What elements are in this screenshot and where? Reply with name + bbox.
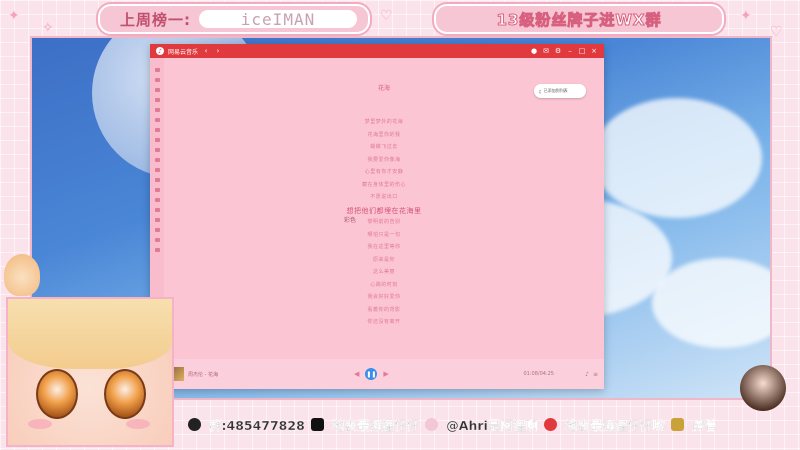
avatar-eye-left xyxy=(36,369,78,419)
rank-name: iceIMAN xyxy=(199,10,357,29)
sidebar-item[interactable] xyxy=(154,168,160,172)
maximize-icon[interactable]: □ xyxy=(578,47,586,55)
admin-badge-icon xyxy=(670,417,684,431)
rank-label: 上周榜一: xyxy=(120,10,191,29)
playback-time: 01:08/04:25 xyxy=(523,371,554,377)
top-fan-ranking-banner: 上周榜一: iceIMAN xyxy=(98,4,370,34)
next-icon[interactable]: ▶ xyxy=(383,370,388,378)
weibo-handle-text: @Ahri是阿狸啊 xyxy=(446,417,538,433)
lyric-line[interactable]: 藏在身体里的伤心 xyxy=(164,181,604,188)
sidebar-item[interactable] xyxy=(154,248,160,252)
player-extra-controls: ♪ ≡ xyxy=(585,371,598,378)
lyric-line[interactable]: 原来是你 xyxy=(164,256,604,263)
back-icon[interactable]: ‹ xyxy=(202,47,210,55)
avatar-blush xyxy=(126,419,150,429)
sidebar-item[interactable] xyxy=(154,158,160,162)
sidebar-item[interactable] xyxy=(154,88,160,92)
lyric-line[interactable]: 哪怕只是一句 xyxy=(164,231,604,238)
sidebar-item[interactable] xyxy=(154,148,160,152)
toast-notification[interactable]: ♫ 已添加到列表 xyxy=(534,84,586,98)
qq-group-text: 群:485477828 xyxy=(209,417,305,433)
fox-mascot xyxy=(4,254,40,296)
heart-decoration-icon: ♡ xyxy=(380,8,393,24)
lyric-line[interactable]: 梦里梦外的花海 xyxy=(164,118,604,125)
sidebar-item[interactable] xyxy=(154,68,160,72)
qq-penguin-icon xyxy=(188,417,201,431)
lyric-line[interactable]: 心里有你才安静 xyxy=(164,168,604,175)
pause-button[interactable]: ❚❚ xyxy=(365,368,378,380)
sidebar-item[interactable] xyxy=(154,198,160,202)
forward-icon[interactable]: › xyxy=(214,47,222,55)
lyric-line[interactable]: 花海里你的我 xyxy=(164,131,604,138)
avatar-eye-right xyxy=(104,369,146,419)
lyric-line[interactable]: 不愿说出口 xyxy=(164,193,604,200)
sidebar-item[interactable] xyxy=(154,208,160,212)
avatar-blush xyxy=(28,419,52,429)
settings-icon[interactable]: ⚙ xyxy=(554,47,562,55)
star-decoration-icon: ✦ xyxy=(8,8,20,24)
sidebar-item[interactable] xyxy=(154,228,160,232)
lyric-line[interactable]: 这么美丽 xyxy=(164,268,604,275)
sidebar-item[interactable] xyxy=(154,128,160,132)
lyric-line[interactable]: 我要爱你像海 xyxy=(164,156,604,163)
sidebar-item[interactable] xyxy=(154,108,160,112)
douyin-icon xyxy=(310,417,324,431)
track-info: 周杰伦 - 花海 xyxy=(188,371,218,378)
social-info-bar: 群:485477828 地表最强狸仔仔 @Ahri是阿狸啊 地表最强狸仔仔哟 房… xyxy=(188,412,717,436)
sidebar-item[interactable] xyxy=(154,138,160,142)
playlist-icon: ♫ xyxy=(538,88,542,94)
lyric-line[interactable]: 你还没有离开 xyxy=(164,318,604,325)
mail-icon[interactable]: ✉ xyxy=(542,47,550,55)
cloud xyxy=(652,258,770,348)
avatar-hair xyxy=(8,299,172,369)
lyric-line[interactable]: 想把他们都埋在花海里 xyxy=(164,206,604,216)
star-decoration-icon: ✧ xyxy=(42,20,54,36)
fan-notice-text: 13级粉丝牌子进WX群 xyxy=(496,10,662,29)
cloud xyxy=(592,98,762,218)
playback-controls: ◀ ❚❚ ▶ xyxy=(354,368,389,380)
lyric-line[interactable]: 我在这里等你 xyxy=(164,243,604,250)
star-decoration-icon: ✦ xyxy=(740,8,752,24)
sidebar-item[interactable] xyxy=(154,98,160,102)
sidebar-item[interactable] xyxy=(154,238,160,242)
close-icon[interactable]: × xyxy=(590,47,598,55)
lyric-line[interactable]: 看着你的背影 xyxy=(164,306,604,313)
sidebar-item[interactable] xyxy=(154,178,160,182)
app-title: 网易云音乐 xyxy=(168,48,199,56)
avatar-camera-frame xyxy=(6,297,174,447)
app-titlebar: ♪ 网易云音乐 ‹ › ● ✉ ⚙ – □ × xyxy=(150,44,604,58)
admin-badge-text: 房管 xyxy=(691,417,717,433)
volume-icon[interactable]: ♪ xyxy=(585,371,589,378)
user-avatar-icon[interactable]: ● xyxy=(530,47,538,55)
weibo-icon xyxy=(543,417,557,431)
sidebar-item[interactable] xyxy=(154,218,160,222)
netease-logo-icon: ♪ xyxy=(156,47,164,55)
lyrics-panel: 花海 彩色 梦里梦外的花海 花海里你的我 蝴蝶飞过去 我要爱你像海 心里有你才安静 藏在身… xyxy=(164,58,604,359)
lyric-line[interactable]: 黎明前的告别 xyxy=(164,218,604,225)
netease-music-window: ♪ 网易云音乐 ‹ › ● ✉ ⚙ – □ × 花海 彩色 梦里梦外的花海 花海里 xyxy=(150,44,604,389)
minimize-icon[interactable]: – xyxy=(566,47,574,55)
sidebar-item[interactable] xyxy=(154,118,160,122)
bilibili-icon xyxy=(425,417,439,431)
lyric-line[interactable]: 蝴蝶飞过去 xyxy=(164,143,604,150)
player-bar: 周杰伦 - 花海 ◀ ❚❚ ▶ 01:08/04:25 ♪ ≡ xyxy=(164,359,604,389)
streamer-photo xyxy=(740,365,786,411)
toast-text: 已添加到列表 xyxy=(543,88,568,93)
lyric-line[interactable]: 我会好好爱你 xyxy=(164,293,604,300)
previous-icon[interactable]: ◀ xyxy=(354,370,359,378)
fan-notice-banner: 13级粉丝牌子进WX群 xyxy=(434,4,724,34)
weibo-name-text: 地表最强狸仔仔哟 xyxy=(564,417,665,433)
douyin-text: 地表最强狸仔仔 xyxy=(331,417,420,433)
sidebar-item[interactable] xyxy=(154,78,160,82)
sidebar-item[interactable] xyxy=(154,188,160,192)
lyric-line[interactable]: 心跳的时刻 xyxy=(164,281,604,288)
playlist-queue-icon[interactable]: ≡ xyxy=(593,371,598,378)
